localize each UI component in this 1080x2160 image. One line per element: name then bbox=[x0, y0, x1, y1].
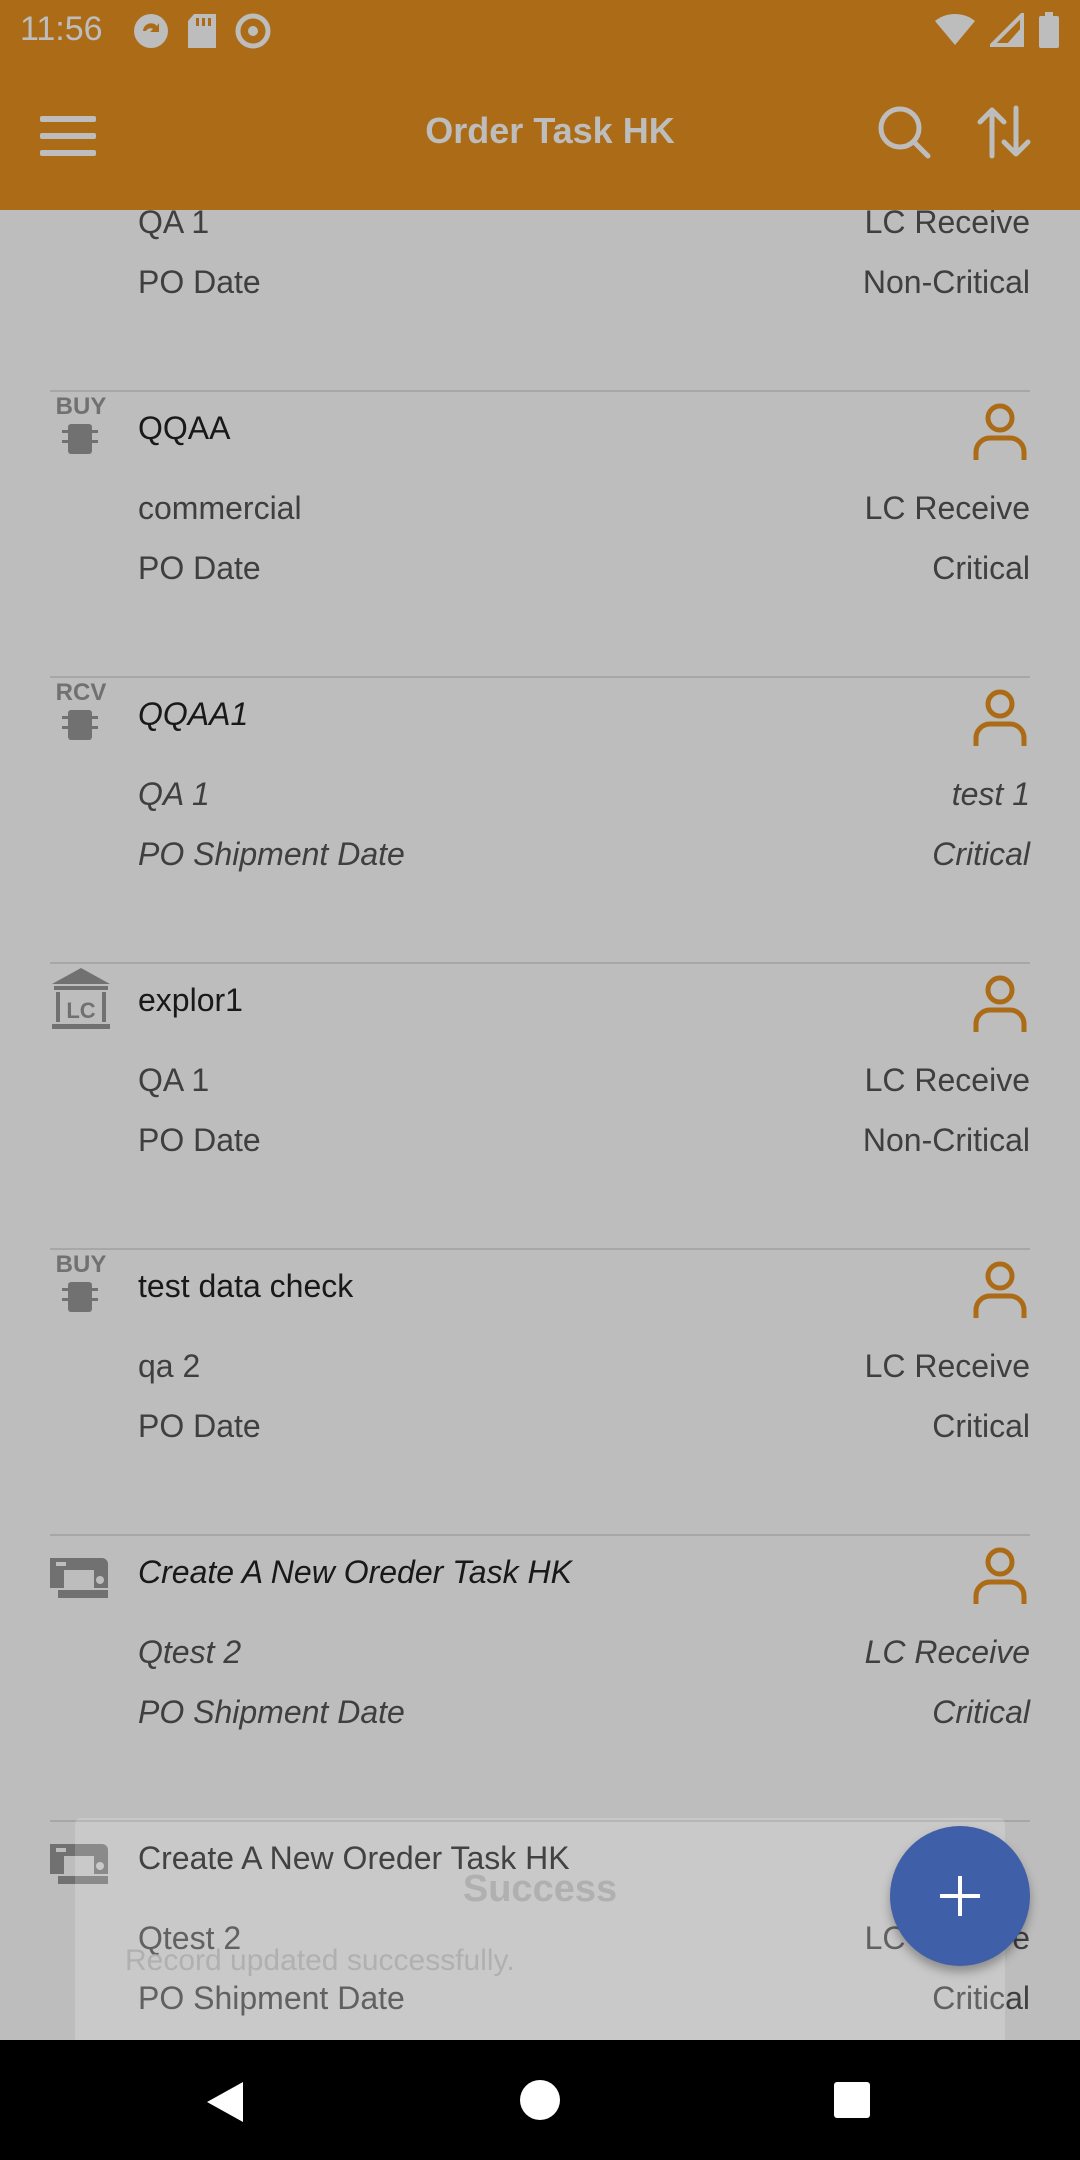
add-task-button[interactable] bbox=[890, 1826, 1030, 1966]
back-icon[interactable] bbox=[205, 2080, 245, 2124]
home-icon[interactable] bbox=[520, 2080, 560, 2120]
plus-icon bbox=[940, 1876, 980, 1916]
recents-icon[interactable] bbox=[834, 2082, 870, 2118]
dialog-message: Record updated successfully. bbox=[125, 1944, 515, 1977]
dialog-title: Success bbox=[462, 1868, 618, 1910]
system-nav-bar bbox=[0, 2040, 1080, 2160]
